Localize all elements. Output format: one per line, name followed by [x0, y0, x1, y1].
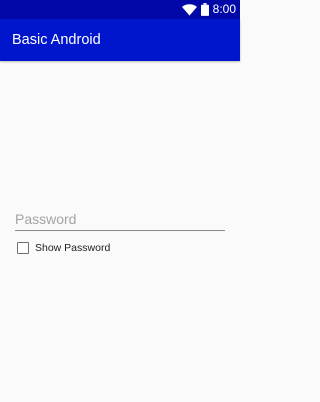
app-bar: Basic Android — [0, 19, 240, 61]
show-password-label: Show Password — [35, 242, 111, 254]
status-bar: 8:00 — [0, 0, 240, 19]
show-password-checkbox[interactable] — [17, 242, 29, 254]
show-password-toggle[interactable]: Show Password — [17, 241, 110, 255]
status-icons: 8:00 — [181, 2, 236, 17]
app-title: Basic Android — [12, 32, 101, 48]
password-field[interactable] — [15, 208, 225, 231]
status-time: 8:00 — [212, 2, 236, 16]
battery-icon — [200, 3, 209, 16]
screen: 8:00 Basic Android Show Password — [0, 0, 240, 402]
wifi-icon — [181, 3, 197, 16]
